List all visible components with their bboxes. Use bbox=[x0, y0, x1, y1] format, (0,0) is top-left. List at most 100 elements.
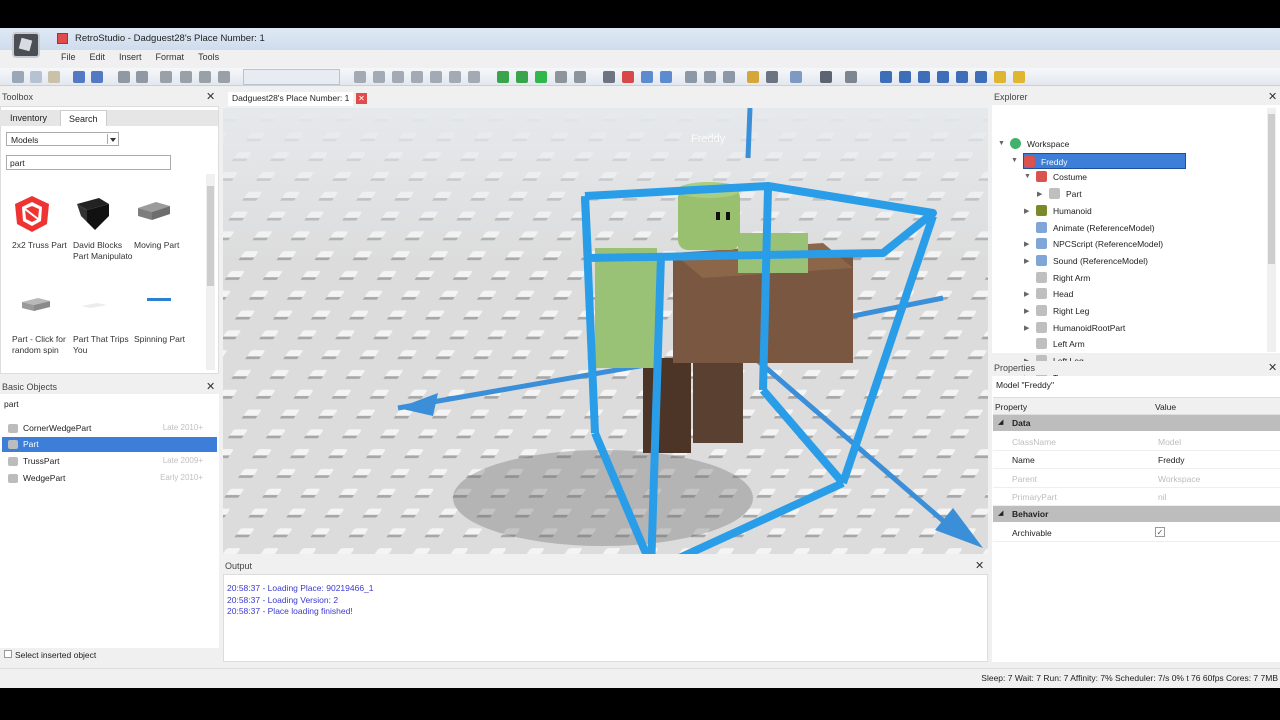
model-tile[interactable]: Moving Part bbox=[134, 194, 194, 251]
toolbox-scrollbar[interactable] bbox=[206, 174, 215, 370]
run-icon[interactable] bbox=[535, 71, 547, 83]
3d-viewport[interactable]: Freddy bbox=[223, 108, 988, 554]
view-back-icon[interactable] bbox=[899, 71, 911, 83]
copy-icon[interactable] bbox=[30, 71, 42, 83]
anchor-tool-icon[interactable] bbox=[766, 71, 778, 83]
basic-objects-close-icon[interactable]: ✕ bbox=[206, 380, 215, 393]
expand-toggle-icon[interactable]: ▶ bbox=[1024, 307, 1029, 315]
warning-icon[interactable] bbox=[994, 71, 1006, 83]
document-tab[interactable]: Dadguest28's Place Number: 1 bbox=[228, 92, 354, 106]
camera-tilt-icon[interactable] bbox=[392, 71, 404, 83]
menu-file[interactable]: File bbox=[54, 50, 83, 64]
camera-zoom-icon[interactable] bbox=[373, 71, 385, 83]
document-tab-close-icon[interactable]: ✕ bbox=[356, 93, 367, 104]
collapse-icon[interactable]: ◢ bbox=[998, 418, 1003, 426]
model-tile[interactable]: Part That Trips You bbox=[73, 288, 133, 356]
output-close-icon[interactable]: ✕ bbox=[975, 559, 984, 572]
toolbox-search-input[interactable]: part bbox=[6, 155, 171, 170]
explorer-close-icon[interactable]: ✕ bbox=[1268, 90, 1277, 103]
expand-toggle-icon[interactable]: ▼ bbox=[998, 140, 1005, 147]
menu-edit[interactable]: Edit bbox=[83, 50, 113, 64]
camera-look-icon[interactable] bbox=[449, 71, 461, 83]
tree-item[interactable]: Head bbox=[1036, 286, 1236, 302]
move-handle-y[interactable] bbox=[745, 108, 753, 159]
expand-toggle-icon[interactable]: ▶ bbox=[1024, 324, 1029, 332]
pause-icon[interactable] bbox=[555, 71, 567, 83]
model-tile[interactable]: Part - Click for random spin bbox=[12, 288, 72, 356]
property-row[interactable]: Parent Workspace bbox=[993, 470, 1280, 488]
rotate-tool-icon[interactable] bbox=[660, 71, 672, 83]
paint-icon[interactable] bbox=[790, 71, 802, 83]
basic-objects-search-input[interactable]: part bbox=[4, 399, 216, 412]
list-item[interactable]: TrussPart Late 2009+ bbox=[2, 454, 217, 469]
tree-item[interactable]: Sound (ReferenceModel) bbox=[1036, 253, 1236, 269]
view-left-icon[interactable] bbox=[918, 71, 930, 83]
move-tool-icon[interactable] bbox=[622, 71, 634, 83]
tree-item[interactable]: HumanoidRootPart bbox=[1036, 320, 1236, 336]
tree-item[interactable]: Humanoid bbox=[1036, 203, 1236, 219]
surface-tool-icon[interactable] bbox=[704, 71, 716, 83]
dropper-icon[interactable] bbox=[820, 71, 832, 83]
explorer-scrollbar[interactable] bbox=[1267, 108, 1276, 352]
expand-toggle-icon[interactable]: ▶ bbox=[1024, 290, 1029, 298]
list-item-selected[interactable]: Part bbox=[2, 437, 217, 452]
tree-item[interactable]: Part bbox=[1049, 186, 1249, 202]
expand-toggle-icon[interactable]: ▶ bbox=[1037, 190, 1042, 198]
tree-item[interactable]: Animate (ReferenceModel) bbox=[1036, 220, 1236, 236]
ungroup-icon[interactable] bbox=[136, 71, 148, 83]
reset-icon[interactable] bbox=[574, 71, 586, 83]
tab-search[interactable]: Search bbox=[60, 110, 107, 126]
select-tool-icon[interactable] bbox=[603, 71, 615, 83]
tree-item[interactable]: Left Arm bbox=[1036, 336, 1236, 352]
property-value[interactable]: Workspace bbox=[1158, 474, 1200, 484]
view-front-icon[interactable] bbox=[880, 71, 892, 83]
model-tile[interactable]: 2x2 Truss Part bbox=[12, 194, 72, 251]
view-top-icon[interactable] bbox=[956, 71, 968, 83]
paste-icon[interactable] bbox=[48, 71, 60, 83]
list-item[interactable]: WedgePart Early 2010+ bbox=[2, 471, 217, 486]
camera-pan-icon[interactable] bbox=[354, 71, 366, 83]
property-category[interactable]: ◢ Data bbox=[993, 415, 1280, 431]
view-right-icon[interactable] bbox=[937, 71, 949, 83]
archivable-checkbox[interactable]: ✓ bbox=[1155, 527, 1165, 538]
tree-item-selected[interactable]: Freddy bbox=[1023, 152, 1186, 169]
property-row[interactable]: Archivable ✓ bbox=[993, 524, 1280, 543]
tree-item[interactable]: NPCScript (ReferenceModel) bbox=[1036, 236, 1236, 252]
lock-tool-icon[interactable] bbox=[747, 71, 759, 83]
camera-rotate-icon[interactable] bbox=[411, 71, 423, 83]
app-logo-icon[interactable] bbox=[12, 32, 40, 58]
group-icon[interactable] bbox=[118, 71, 130, 83]
expand-toggle-icon[interactable]: ▶ bbox=[1024, 240, 1029, 248]
properties-close-icon[interactable]: ✕ bbox=[1268, 361, 1277, 374]
expand-toggle-icon[interactable]: ▼ bbox=[1024, 173, 1031, 180]
model-tile[interactable]: David Blocks Part Manipulato bbox=[73, 194, 133, 262]
model-tile[interactable]: Spinning Part bbox=[134, 288, 194, 345]
tree-item[interactable]: Workspace bbox=[1010, 136, 1210, 152]
menu-insert[interactable]: Insert bbox=[112, 50, 149, 64]
resize-tool-icon[interactable] bbox=[685, 71, 697, 83]
material-icon[interactable] bbox=[845, 71, 857, 83]
expand-toggle-icon[interactable]: ▼ bbox=[1011, 157, 1018, 164]
tree-item[interactable]: Right Leg bbox=[1036, 303, 1236, 319]
menu-tools[interactable]: Tools bbox=[191, 50, 226, 64]
property-row[interactable]: ClassName Model bbox=[993, 433, 1280, 451]
tree-item[interactable]: Costume bbox=[1036, 169, 1236, 185]
list-item[interactable]: CornerWedgePart Late 2010+ bbox=[2, 421, 217, 436]
scrollbar-thumb[interactable] bbox=[207, 186, 214, 286]
tab-inventory[interactable]: Inventory bbox=[2, 110, 55, 126]
property-value[interactable]: Freddy bbox=[1158, 455, 1184, 465]
alert-icon[interactable] bbox=[1013, 71, 1025, 83]
view-bottom-icon[interactable] bbox=[975, 71, 987, 83]
category-select[interactable]: Models bbox=[6, 132, 119, 146]
weld-tool-icon[interactable] bbox=[723, 71, 735, 83]
property-row[interactable]: Name Freddy bbox=[993, 451, 1280, 470]
property-value[interactable]: Model bbox=[1158, 437, 1181, 447]
tilt-icon[interactable] bbox=[180, 71, 192, 83]
play-server-icon[interactable] bbox=[516, 71, 528, 83]
anchor-icon[interactable] bbox=[199, 71, 211, 83]
expand-toggle-icon[interactable]: ▶ bbox=[1024, 257, 1029, 265]
fullscreen-icon[interactable] bbox=[468, 71, 480, 83]
select-inserted-checkbox[interactable] bbox=[4, 650, 12, 658]
tree-item[interactable]: Right Arm bbox=[1036, 270, 1236, 286]
lock-icon[interactable] bbox=[218, 71, 230, 83]
